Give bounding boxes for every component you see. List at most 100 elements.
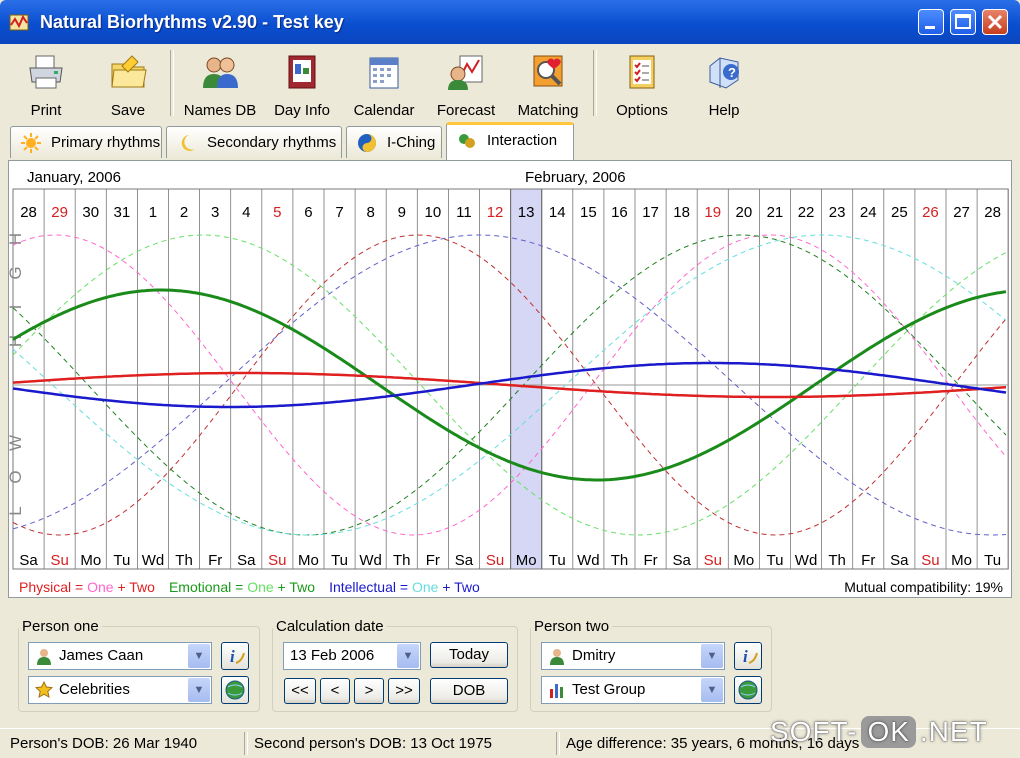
legend-text: + (274, 579, 290, 595)
watermark-logo: SOFT- OK .NET (770, 716, 988, 752)
chevron-down-icon[interactable]: ▼ (701, 644, 723, 668)
next-day-button[interactable]: > (354, 678, 384, 704)
person-one-info-button[interactable]: i (221, 642, 249, 670)
matching-label: Matching (517, 102, 579, 119)
interaction-icon (459, 134, 475, 148)
dob-button[interactable]: DOB (430, 678, 508, 704)
day-number: 9 (398, 204, 406, 221)
person-two-web-button[interactable] (734, 676, 762, 704)
day-info-button[interactable]: Day Info (262, 48, 342, 119)
weekday-label: Wd (795, 552, 818, 569)
svg-text:i: i (743, 647, 748, 666)
day-number: 14 (549, 204, 566, 221)
person-two-name-select[interactable]: Dmitry ▼ (541, 642, 725, 670)
weekday-label: Th (393, 552, 411, 569)
person-one-name-select[interactable]: James Caan ▼ (28, 642, 212, 670)
weekday-label: Tu (331, 552, 348, 569)
names-db-label: Names DB (183, 102, 257, 119)
prev-day-button[interactable]: < (320, 678, 350, 704)
forecast-button[interactable]: Forecast (426, 48, 506, 119)
options-checklist-icon (629, 55, 655, 89)
bar-chart-icon (550, 684, 563, 698)
day-number: 25 (891, 204, 908, 221)
folder-save-icon (111, 55, 147, 88)
options-button[interactable]: Options (602, 48, 682, 119)
save-button[interactable]: Save (88, 48, 168, 119)
calendar-button[interactable]: Calendar (344, 48, 424, 119)
status-divider (244, 732, 248, 755)
title-bar[interactable]: Natural Biorhythms v2.90 - Test key (0, 0, 1020, 44)
prev-month-button[interactable]: << (284, 678, 316, 704)
day-number: 3 (211, 204, 219, 221)
sun-icon (21, 133, 41, 153)
person-two-group: Test Group (572, 681, 646, 698)
chevron-down-icon[interactable]: ▼ (397, 644, 419, 668)
minimize-icon (925, 26, 935, 29)
high-axis-letter: I (9, 305, 25, 310)
tab-secondary-rhythms[interactable]: Secondary rhythms (166, 126, 342, 158)
day-number: 16 (611, 204, 628, 221)
info-icon: i (230, 647, 245, 666)
weekday-label: Fr (208, 552, 222, 569)
low-axis-letter: L (9, 506, 25, 515)
day-number: 26 (922, 204, 939, 221)
low-axis-letter: W (9, 435, 25, 451)
tab-i-ching[interactable]: I-Ching (346, 126, 442, 158)
options-label: Options (616, 102, 668, 119)
person-one-group-select[interactable]: Celebrities ▼ (28, 676, 212, 704)
help-button[interactable]: ? Help (684, 48, 764, 119)
day-number: 23 (829, 204, 846, 221)
control-panel: Person one James Caan ▼ i Celebrities ▼ … (0, 598, 1020, 726)
info-icon: i (743, 647, 758, 666)
tab-primary-rhythms[interactable]: Primary rhythms (10, 126, 162, 158)
person-two-group-select[interactable]: Test Group ▼ (541, 676, 725, 704)
forecast-label: Forecast (436, 102, 496, 119)
day-info-icon (288, 55, 316, 89)
status-person-dob: Person's DOB: 26 Mar 1940 (10, 735, 198, 752)
calculation-date-picker[interactable]: 13 Feb 2006 ▼ (283, 642, 421, 670)
status-second-dob: Second person's DOB: 13 Oct 1975 (254, 735, 493, 752)
calendar-label: Calendar (353, 102, 415, 119)
watermark-ok: OK (861, 716, 916, 748)
weekday-label: Mo (80, 552, 101, 569)
weekday-label: Wd (577, 552, 600, 569)
next-month-button[interactable]: >> (388, 678, 420, 704)
person-one-web-button[interactable] (221, 676, 249, 704)
person-two-name: Dmitry (572, 647, 616, 664)
chevron-down-icon[interactable]: ▼ (188, 644, 210, 668)
chevron-down-icon[interactable]: ▼ (701, 678, 723, 702)
chevron-down-icon[interactable]: ▼ (188, 678, 210, 702)
day-number: 30 (82, 204, 99, 221)
tab-interaction[interactable]: Interaction (446, 122, 574, 160)
biorhythm-chart[interactable]: January, 2006 February, 2006 28 Sa 29 Su 30 Mo 3… (8, 160, 1012, 598)
weekday-label: Tu (549, 552, 566, 569)
weekday-label: Tu (766, 552, 783, 569)
day-number: 11 (456, 204, 472, 221)
person-one-legend: Person one (22, 618, 99, 635)
legend-text: One (87, 579, 114, 595)
day-number: 15 (580, 204, 597, 221)
weekday-label: Mo (951, 552, 972, 569)
calculation-date-legend: Calculation date (276, 618, 384, 635)
printer-icon (29, 55, 63, 89)
maximize-button[interactable] (950, 9, 976, 35)
person-two-info-button[interactable]: i (734, 642, 762, 670)
legend-entry-intellectual: Intellectual = One + Two (329, 579, 480, 595)
minimize-button[interactable] (918, 9, 944, 35)
month-label-right: February, 2006 (525, 169, 626, 186)
weekday-label: Tu (984, 552, 1001, 569)
today-button[interactable]: Today (430, 642, 508, 668)
legend-text: One (247, 579, 274, 595)
day-number: 17 (642, 204, 659, 221)
day-number: 31 (114, 204, 131, 221)
status-divider (556, 732, 560, 755)
maximize-icon (955, 14, 971, 29)
weekday-label: Tu (113, 552, 130, 569)
weekday-label: Fr (643, 552, 657, 569)
print-button[interactable]: Print (6, 48, 86, 119)
chart-canvas[interactable]: January, 2006 February, 200628Sa29Su30Mo3… (9, 161, 1011, 597)
person-two-legend: Person two (534, 618, 610, 635)
names-db-button[interactable]: Names DB (180, 48, 260, 119)
matching-button[interactable]: Matching (508, 48, 588, 119)
close-button[interactable] (982, 9, 1008, 35)
